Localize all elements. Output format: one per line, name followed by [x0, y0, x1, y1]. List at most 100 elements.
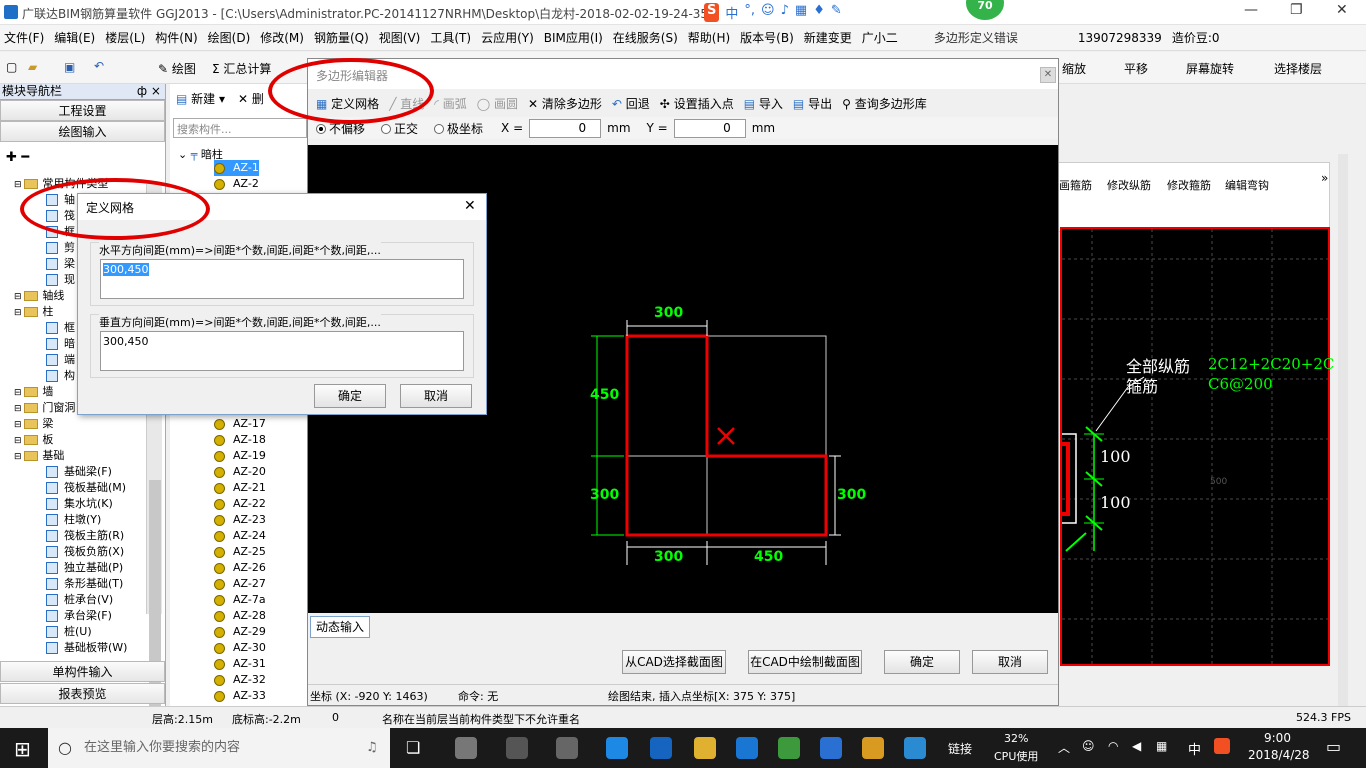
circle-button[interactable]: ◯ 画圆 — [477, 95, 518, 112]
component-list-item[interactable]: AZ-19 — [214, 448, 266, 464]
horizontal-spacing-input[interactable]: 300,450 — [100, 259, 464, 299]
menu-cloud[interactable]: 云应用(Y) — [481, 29, 534, 46]
save-icon[interactable]: ▣ — [64, 60, 75, 74]
grid-ok-button[interactable]: 确定 — [314, 384, 386, 408]
tab-edit-hook[interactable]: 编辑弯钩 — [1225, 177, 1269, 193]
tree-item[interactable]: 构 — [46, 368, 75, 384]
select-floor-button[interactable]: 选择楼层 — [1274, 60, 1322, 77]
component-list-item[interactable]: AZ-7a — [214, 592, 266, 608]
tab-draw-stirrup[interactable]: 画箍筋 — [1059, 177, 1092, 193]
component-list-item[interactable]: AZ-22 — [214, 496, 266, 512]
tray-people-icon[interactable]: ☺ — [1082, 739, 1095, 753]
grid-cancel-button[interactable]: 取消 — [400, 384, 472, 408]
open-icon[interactable]: ▰ — [28, 60, 37, 74]
menu-rebar[interactable]: 钢筋量(Q) — [314, 29, 369, 46]
ime-lang[interactable]: 中 — [725, 3, 738, 22]
tree-item[interactable]: 桩(U) — [46, 624, 92, 640]
export-button[interactable]: ▤ 导出 — [793, 95, 832, 112]
ime-toolbar[interactable]: S 中 °, ☺ ♪ ▦ ♦ ✎ — [704, 3, 842, 22]
volume-icon[interactable]: ◀ — [1132, 739, 1141, 753]
tree-item[interactable]: 桩承台(V) — [46, 592, 113, 608]
tree-item[interactable]: 柱墩(Y) — [46, 512, 101, 528]
sogou-icon[interactable]: S — [704, 3, 720, 22]
component-list-item[interactable]: AZ-28 — [214, 608, 266, 624]
skin-icon[interactable]: ♦ — [813, 3, 825, 22]
menu-view[interactable]: 视图(V) — [379, 29, 421, 46]
tree-item[interactable]: 筏板基础(M) — [46, 480, 126, 496]
component-list-item[interactable]: AZ-21 — [214, 480, 266, 496]
component-list-item[interactable]: AZ-18 — [214, 432, 266, 448]
tree-item[interactable]: 基础板带(W) — [46, 640, 127, 656]
tree-item[interactable]: 现 — [46, 272, 75, 288]
rotate-button[interactable]: 屏幕旋转 — [1186, 60, 1234, 77]
emoji-icon[interactable]: ☺ — [761, 3, 775, 22]
new-file-icon[interactable]: ▢ — [6, 60, 17, 74]
menu-floor[interactable]: 楼层(L) — [105, 29, 145, 46]
tree-folder[interactable]: ⊟ 梁 — [14, 416, 53, 432]
vertical-spacing-input[interactable]: 300,450 — [100, 331, 464, 371]
clock-time[interactable]: 9:00 — [1264, 731, 1291, 745]
ime-punct[interactable]: °, — [744, 3, 755, 22]
section-drawing-canvas[interactable]: 全部纵筋 2C12+2C20+2C 箍筋 C6@200 100 100 500 — [1060, 227, 1334, 666]
wifi-icon[interactable]: ◠ — [1108, 739, 1118, 753]
restore-icon[interactable]: ❐ — [1290, 2, 1303, 18]
component-list-item[interactable]: AZ-25 — [214, 544, 266, 560]
define-grid-close-icon[interactable]: ✕ — [464, 198, 476, 214]
polar-radio[interactable]: 极坐标 — [434, 120, 483, 137]
link-tray[interactable]: 链接 — [948, 740, 972, 757]
ortho-radio[interactable]: 正交 — [381, 120, 418, 137]
ie-icon[interactable] — [650, 737, 672, 759]
component-list-item[interactable]: AZ-24 — [214, 528, 266, 544]
notification-icon[interactable]: ▭ — [1326, 737, 1341, 756]
component-list-item[interactable]: AZ-29 — [214, 624, 266, 640]
menu-modify[interactable]: 修改(M) — [260, 29, 304, 46]
arc-button[interactable]: ◜ 画弧 — [434, 95, 466, 112]
app-swirl-icon[interactable] — [556, 737, 578, 759]
new-component-button[interactable]: ▤ 新建 ▾ — [176, 90, 225, 107]
tree-item[interactable]: 筏板负筋(X) — [46, 544, 124, 560]
menu-file[interactable]: 文件(F) — [4, 29, 44, 46]
menu-version[interactable]: 版本号(B) — [740, 29, 794, 46]
component-list-item[interactable]: AZ-2 — [214, 176, 259, 192]
delete-component-button[interactable]: ✕ 删 — [238, 90, 264, 107]
zoom-button[interactable]: 缩放 — [1062, 60, 1086, 77]
user-phone[interactable]: 13907298339 — [1078, 31, 1162, 45]
menu-new-change[interactable]: 新建变更 — [804, 29, 852, 46]
y-input[interactable]: 0 — [673, 118, 746, 138]
tree-item[interactable]: 端 — [46, 352, 75, 368]
project-settings-button[interactable]: 工程设置 — [0, 100, 165, 121]
polygon-cancel-button[interactable]: 取消 — [972, 650, 1048, 674]
component-list-item[interactable]: AZ-20 — [214, 464, 266, 480]
set-insert-point-button[interactable]: ✣ 设置插入点 — [660, 95, 734, 112]
expand-collapse-icon[interactable]: ✚ ━ — [6, 150, 29, 165]
tray-chevron-icon[interactable]: ︿ — [1058, 739, 1070, 756]
close-icon[interactable]: ✕ — [1336, 2, 1348, 18]
expander-icon[interactable]: ⊟ — [14, 388, 24, 398]
app-notes-icon[interactable] — [862, 737, 884, 759]
tab-modify-long-rebar[interactable]: 修改纵筋 — [1107, 177, 1151, 193]
expander-icon[interactable]: ⊟ — [14, 436, 24, 446]
app-blue-icon[interactable] — [820, 737, 842, 759]
menu-assistant[interactable]: 广小二 — [862, 29, 898, 46]
sogou-tray-icon[interactable] — [1214, 738, 1230, 754]
expander-icon[interactable]: ⊟ — [14, 404, 24, 414]
component-search-input[interactable]: 搜索构件... — [173, 118, 307, 138]
tree-item[interactable]: 暗 — [46, 336, 75, 352]
cad-draw-section-button[interactable]: 在CAD中绘制截面图 — [748, 650, 862, 674]
tree-folder[interactable]: ⊟ 柱 — [14, 304, 53, 320]
app-window-icon[interactable] — [904, 737, 926, 759]
import-button[interactable]: ▤ 导入 — [744, 95, 783, 112]
tree-folder[interactable]: ⊟ 基础 — [14, 448, 64, 464]
component-list-item[interactable]: AZ-32 — [214, 672, 266, 688]
app-green-icon[interactable] — [778, 737, 800, 759]
expander-icon[interactable]: ⊟ — [14, 180, 24, 190]
mic-search-icon[interactable]: ♫ — [366, 728, 378, 768]
expander-icon[interactable]: ⊟ — [14, 308, 24, 318]
tree-item[interactable]: 独立基础(P) — [46, 560, 123, 576]
component-list-item[interactable]: AZ-30 — [214, 640, 266, 656]
component-list-item[interactable]: AZ-26 — [214, 560, 266, 576]
keyboard-icon[interactable]: ▦ — [795, 3, 807, 22]
minimize-icon[interactable]: — — [1244, 2, 1258, 18]
edge-icon[interactable] — [606, 737, 628, 759]
tree-folder[interactable]: ⊟ 门窗洞 — [14, 400, 75, 416]
